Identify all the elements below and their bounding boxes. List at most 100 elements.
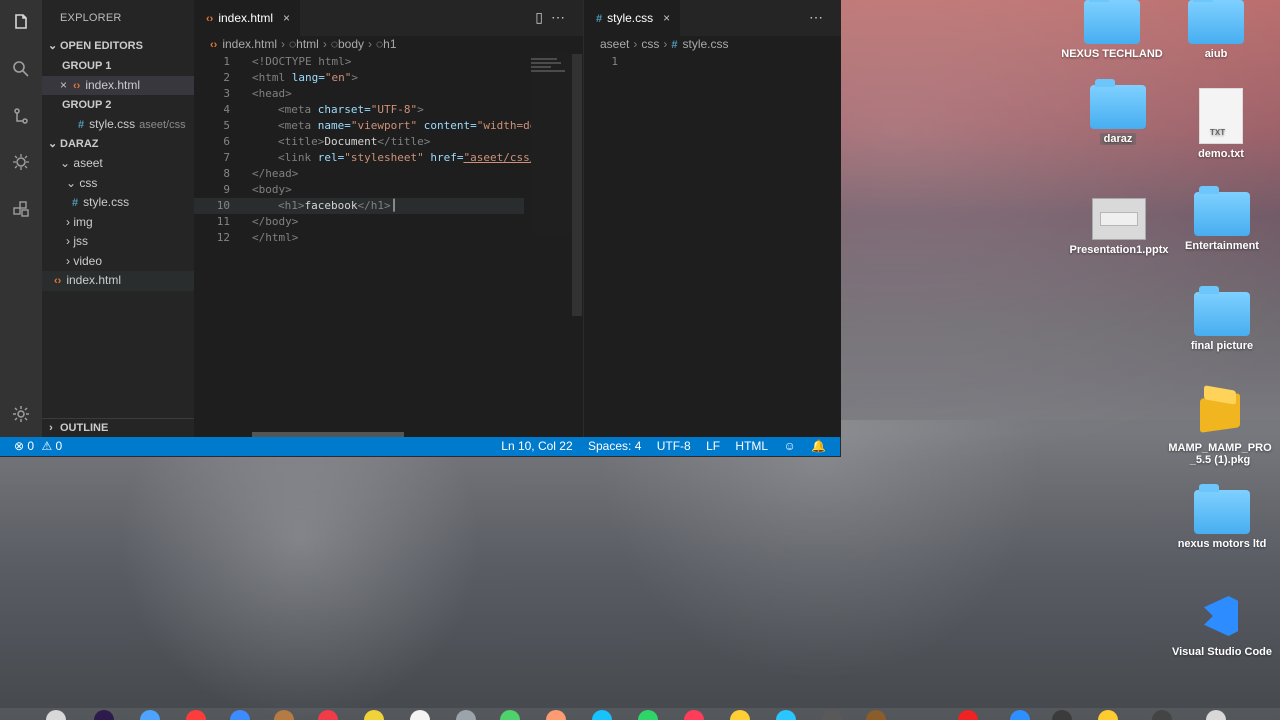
- html-symbol-icon: ◌: [330, 37, 338, 51]
- split-editor-icon[interactable]: ▯: [535, 9, 551, 25]
- extensions-icon[interactable]: [9, 197, 33, 221]
- html-file-icon: ‹›: [206, 13, 214, 25]
- settings-gear-icon[interactable]: [9, 402, 33, 426]
- breadcrumb-item[interactable]: css: [641, 37, 659, 51]
- status-bar: ⊗ 0 ⚠ 0 Ln 10, Col 22 Spaces: 4 UTF-8 LF…: [0, 437, 840, 456]
- bell-icon[interactable]: 🔔: [811, 437, 826, 456]
- debug-icon[interactable]: [9, 150, 33, 174]
- tree-folder-img[interactable]: › img: [42, 213, 194, 233]
- warning-count[interactable]: 0: [56, 439, 63, 453]
- open-editor-index[interactable]: × ‹› index.html: [42, 75, 194, 95]
- desktop-item-final-picture[interactable]: final picture: [1162, 286, 1280, 352]
- workspace-header[interactable]: ⌄ DARAZ: [42, 134, 194, 154]
- tree-folder-jss[interactable]: › jss: [42, 232, 194, 252]
- tab-index-html[interactable]: ‹› index.html ×: [194, 0, 301, 36]
- explorer-title: EXPLORER: [60, 12, 122, 24]
- vertical-scrollbar[interactable]: [572, 54, 582, 316]
- more-actions-icon[interactable]: ⋯: [809, 9, 831, 25]
- code-line: 1: [584, 54, 824, 70]
- tree-folder-css[interactable]: ⌄ css: [42, 174, 194, 194]
- breadcrumb-item[interactable]: index.html: [222, 37, 277, 51]
- desktop-label: MAMP_MAMP_PRO _5.5 (1).pkg: [1168, 442, 1272, 466]
- code-line: 7 <link rel="stylesheet" href="aseet/css/: [194, 150, 536, 166]
- code-area-right[interactable]: 1: [584, 54, 841, 437]
- css-file-icon: #: [596, 13, 603, 25]
- open-editor-style[interactable]: # style.css aseet/css: [42, 115, 194, 135]
- desktop-item-demo[interactable]: demo.txt: [1161, 88, 1280, 160]
- tab-style-css[interactable]: # style.css ×: [584, 0, 681, 36]
- more-actions-icon[interactable]: ⋯: [551, 9, 573, 25]
- folder-icon: [1084, 0, 1140, 44]
- close-icon[interactable]: ×: [283, 11, 290, 25]
- tree-file-style[interactable]: # style.css: [42, 193, 194, 213]
- group-2-label: GROUP 2: [62, 99, 112, 111]
- desktop-label: nexus motors ltd: [1177, 538, 1267, 550]
- desktop-item-daraz[interactable]: daraz: [1058, 79, 1178, 145]
- line-number: 10: [216, 199, 230, 212]
- desktop-item-aiub[interactable]: aiub: [1156, 0, 1276, 60]
- package-icon: [1194, 385, 1246, 438]
- editor-pane-left: ‹› index.html × ▯⋯ ‹› index.html › ◌html › ◌bod…: [194, 0, 583, 437]
- breadcrumb-item[interactable]: body: [338, 37, 364, 51]
- tree-folder-aseet[interactable]: ⌄ aseet: [42, 154, 194, 174]
- desktop-item-vscode[interactable]: Visual Studio Code: [1162, 590, 1280, 658]
- css-file-icon: #: [671, 39, 678, 51]
- open-editor-style-path: aseet/css: [139, 118, 186, 131]
- indentation-status[interactable]: Spaces: 4: [588, 437, 641, 456]
- open-editors-header[interactable]: ⌄ OPEN EDITORS: [42, 36, 194, 56]
- breadcrumb-item[interactable]: html: [296, 37, 319, 51]
- line-ending-status[interactable]: LF: [706, 437, 720, 456]
- chevron-right-icon: ›: [49, 422, 53, 434]
- line-number: 7: [223, 151, 230, 164]
- outline-header[interactable]: › OUTLINE: [42, 418, 194, 438]
- code-line: 4 <meta charset="UTF-8">: [194, 102, 524, 118]
- files-icon[interactable]: [9, 10, 33, 34]
- tree-file-index[interactable]: ‹› index.html: [42, 271, 194, 291]
- editor-actions-right: ⋯: [809, 9, 831, 26]
- html-file-icon: ‹›: [210, 39, 218, 51]
- error-icon: ⊗: [14, 439, 25, 453]
- line-number: 1: [223, 55, 230, 68]
- breadcrumb-item[interactable]: aseet: [600, 37, 629, 51]
- text-cursor-icon: │: [390, 199, 398, 212]
- desktop-item-mamp[interactable]: MAMP_MAMP_PRO _5.5 (1).pkg: [1160, 385, 1280, 466]
- workspace-label: DARAZ: [60, 138, 99, 150]
- code-line: 3 <head>: [194, 86, 524, 102]
- desktop-label: aiub: [1204, 48, 1228, 60]
- error-count[interactable]: 0: [27, 439, 34, 453]
- minimap[interactable]: [531, 54, 571, 234]
- open-editor-style-label: style.css: [89, 116, 136, 131]
- presentation-file-icon: [1092, 198, 1146, 240]
- code-line: 2 <html lang="en">: [194, 70, 524, 86]
- breadcrumb-item[interactable]: h1: [383, 37, 396, 51]
- folder-icon: [1194, 484, 1250, 534]
- tab-index-label: index.html: [218, 11, 274, 25]
- desktop-item-nexus-techland[interactable]: NEXUS TECHLAND: [1052, 0, 1172, 60]
- desktop-item-presentation[interactable]: Presentation1.pptx: [1059, 198, 1179, 256]
- source-control-icon[interactable]: [9, 104, 33, 128]
- code-line: 1 <!DOCTYPE html>: [194, 54, 524, 70]
- desktop-item-entertainment[interactable]: Entertainment: [1162, 186, 1280, 252]
- feedback-icon[interactable]: ☺: [783, 437, 795, 456]
- line-number: 6: [223, 135, 230, 148]
- line-number: 9: [223, 183, 230, 196]
- chevron-down-icon: ⌄: [48, 138, 58, 150]
- tree-folder-video[interactable]: › video: [42, 252, 194, 272]
- folder-icon: [1188, 0, 1244, 44]
- language-mode[interactable]: HTML: [735, 437, 768, 456]
- desktop-label: NEXUS TECHLAND: [1061, 48, 1163, 60]
- breadcrumb-item[interactable]: style.css: [682, 37, 728, 51]
- code-area-left[interactable]: 1 <!DOCTYPE html> 2 <html lang="en"> 3 <hea…: [194, 54, 583, 437]
- close-icon[interactable]: ×: [663, 11, 670, 25]
- search-icon[interactable]: [9, 57, 33, 81]
- encoding-status[interactable]: UTF-8: [657, 437, 691, 456]
- desktop-label: final picture: [1190, 340, 1254, 352]
- tab-bar-left: ‹› index.html × ▯⋯: [194, 0, 583, 36]
- cursor-position[interactable]: Ln 10, Col 22: [501, 437, 572, 456]
- desktop-item-nexus-motors[interactable]: nexus motors ltd: [1162, 484, 1280, 550]
- line-number: 3: [223, 87, 230, 100]
- close-icon[interactable]: ×: [60, 78, 67, 92]
- chevron-right-icon: ›: [66, 214, 70, 229]
- chevron-down-icon: ⌄: [66, 175, 77, 190]
- chevron-right-icon: ›: [66, 253, 70, 268]
